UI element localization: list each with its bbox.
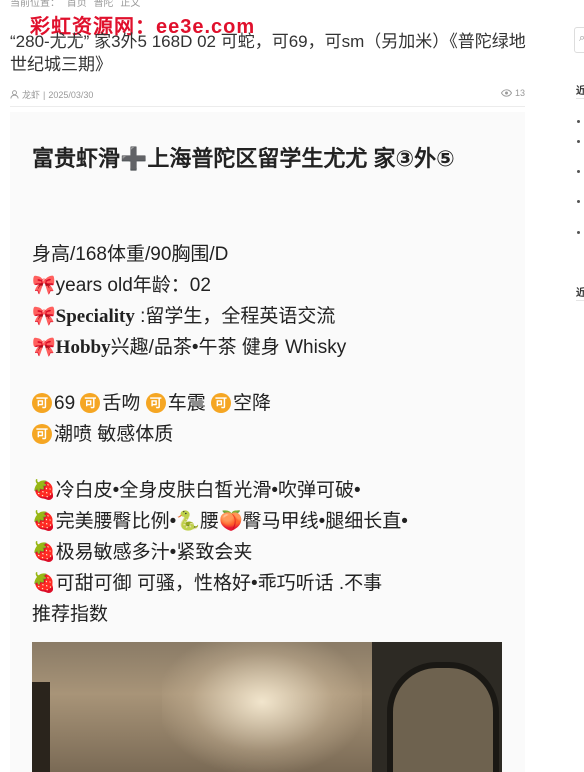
strawberry-icon: 🍓 [32, 480, 56, 501]
post-author[interactable]: 龙虾 [22, 88, 40, 101]
article-image: 富贵虾滑➕上海普陀区留学生尤尤 家③外⑤ 身高/168体重/90胸围/D 🎀ye… [10, 112, 525, 772]
article-heading: 富贵虾滑➕上海普陀区留学生尤尤 家③外⑤ [32, 146, 455, 171]
feature-line: 🍓极易敏感多汁•紧致会夹 [32, 540, 252, 566]
badge-icon: 可 [211, 393, 232, 413]
stats-line: 身高/168体重/90胸围/D [32, 244, 229, 265]
services-line-2: 可潮喷 敏感体质 [32, 422, 173, 448]
search-icon[interactable]: ⌕ [579, 32, 584, 45]
age-text: years old年龄：02 [55, 275, 211, 296]
sidebar-list-bullet [577, 231, 580, 234]
feature-text: 极易敏感多汁•紧致会夹 [55, 542, 253, 563]
article-photo [32, 642, 502, 772]
post-date: 2025/03/30 [48, 89, 94, 100]
view-count: 13 [514, 88, 525, 98]
ribbon-icon: 🎀 [32, 337, 56, 358]
feature-line: 🍓冷白皮•全身皮肤白皙光滑•吹弹可破• [32, 478, 361, 504]
feature-text: 冷白皮•全身皮肤白皙光滑•吹弹可破• [55, 480, 361, 501]
service-item: 车震 [167, 393, 206, 414]
window-frame [372, 642, 502, 772]
strawberry-icon: 🍓 [32, 573, 56, 594]
badge-icon: 可 [32, 393, 52, 413]
speciality-label: Speciality [55, 306, 135, 327]
user-icon [10, 90, 19, 99]
window-arch [387, 662, 499, 772]
feature-line: 🍓完美腰臀比例•🐍腰🍑臀马甲线•腿细长直• [32, 509, 408, 535]
breadcrumb-current: 正文 [120, 0, 141, 9]
sidebar-search-box[interactable]: ⌕ [574, 27, 584, 53]
meta-separator: | [43, 89, 46, 100]
hobby-label: Hobby [55, 337, 111, 358]
strawberry-icon: 🍓 [32, 511, 56, 532]
doorframe-left [32, 682, 50, 772]
speciality-line: 🎀Speciality :留学生，全程英语交流 [32, 304, 335, 330]
badge-icon: 可 [80, 393, 101, 413]
service-item: 潮喷 敏感体质 [54, 424, 174, 445]
speciality-value: :留学生，全程英语交流 [134, 306, 336, 327]
post-title: “280-尤尤” 家3外5 168D 02 可蛇，可69，可sm（另加米）《普陀… [10, 32, 526, 74]
hobby-value: 兴趣/品茶•午茶 健身 Whisky [110, 337, 347, 358]
services-line-1: 可 69 可舌吻 可车震 可空降 [32, 391, 271, 417]
divider [10, 106, 525, 107]
breadcrumb: 当前位置： 首页 普陀 正文 [10, 0, 144, 9]
badge-icon: 可 [32, 424, 52, 444]
breadcrumb-prefix: 当前位置： [10, 0, 60, 9]
badge-icon: 可 [145, 393, 166, 413]
sidebar-recent-heading: 近 [576, 82, 584, 99]
breadcrumb-home[interactable]: 首页 [67, 0, 87, 9]
sidebar-recent-heading-2: 近 [576, 284, 584, 301]
hobby-line: 🎀Hobby兴趣/品茶•午茶 健身 Whisky [32, 335, 346, 361]
sidebar-list-bullet [577, 200, 580, 203]
ribbon-icon: 🎀 [32, 275, 56, 296]
feature-text: 可甜可御 可骚，性格好•乖巧听话 .不事 [55, 573, 383, 594]
recommend-line: 推荐指数 [32, 604, 109, 625]
sidebar-list-bullet [577, 120, 580, 123]
eye-icon [500, 89, 512, 97]
age-line: 🎀years old年龄：02 [32, 273, 211, 299]
sidebar-list-bullet [577, 140, 580, 143]
service-item: 舌吻 [102, 393, 141, 414]
sidebar-list-bullet [577, 170, 580, 173]
service-item: 69 [54, 393, 76, 414]
ribbon-icon: 🎀 [32, 306, 56, 327]
service-item: 空降 [233, 393, 272, 414]
light-glow [162, 642, 362, 772]
strawberry-icon: 🍓 [32, 542, 56, 563]
feature-text: 完美腰臀比例•🐍腰🍑臀马甲线•腿细长直• [55, 511, 408, 532]
breadcrumb-category[interactable]: 普陀 [94, 0, 114, 9]
feature-line: 🍓可甜可御 可骚，性格好•乖巧听话 .不事 [32, 571, 382, 597]
